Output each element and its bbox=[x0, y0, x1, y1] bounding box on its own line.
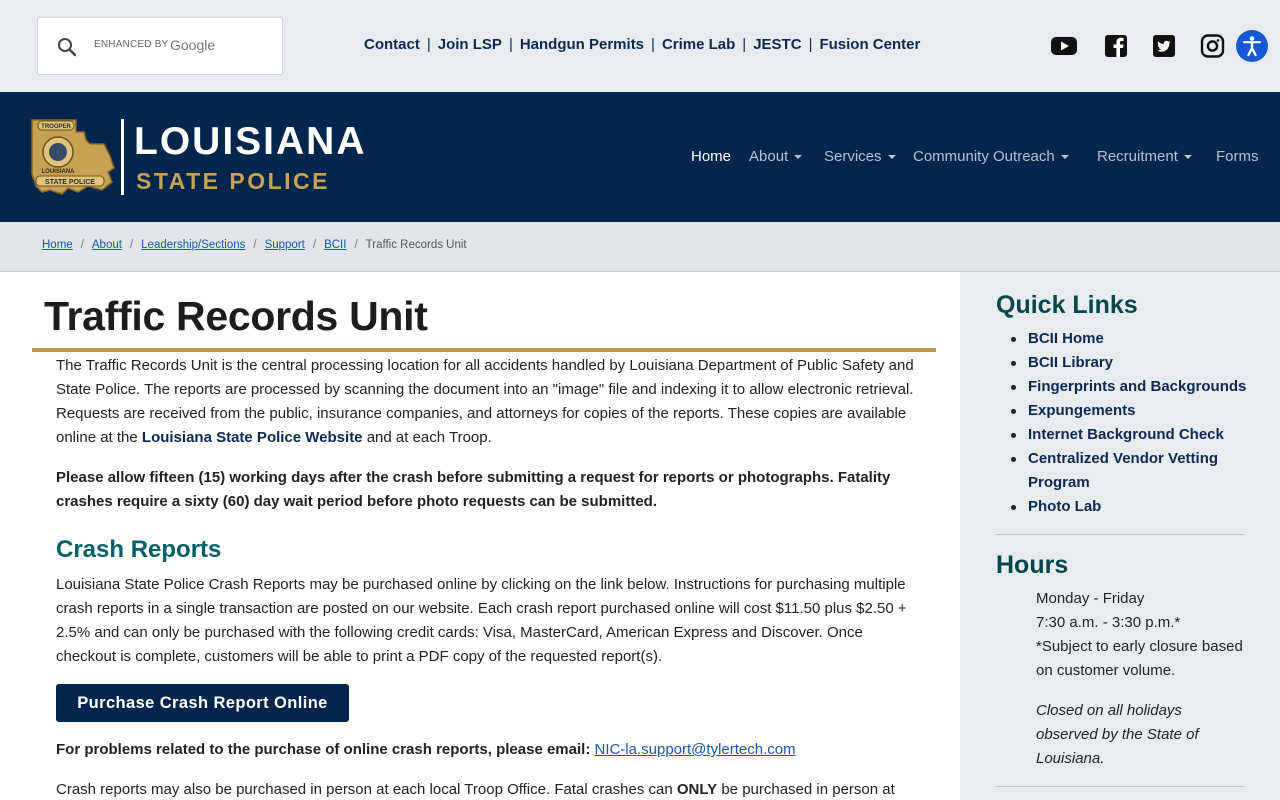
hours-days: Monday - Friday bbox=[1036, 590, 1145, 607]
chevron-down-icon bbox=[1183, 155, 1192, 160]
email-support-line: For problems related to the purchase of … bbox=[56, 738, 916, 762]
in-person-text-a: Crash reports may also be purchased in p… bbox=[56, 781, 677, 798]
title-divider bbox=[32, 348, 936, 352]
breadcrumb-separator: / bbox=[354, 239, 358, 251]
breadcrumb-bar: Home / About / Leadership/Sections / Support / B… bbox=[0, 222, 1280, 272]
utility-bar: ENHANCED BY Google Contact | Join LSP | Hand… bbox=[0, 0, 1280, 92]
intro-paragraph: The Traffic Records Unit is the central … bbox=[56, 354, 916, 450]
hours-heading: Hours bbox=[996, 551, 1069, 579]
quick-link-photo-lab[interactable]: Photo Lab bbox=[1011, 495, 1258, 519]
util-link-fusion-center[interactable]: Fusion Center bbox=[819, 36, 920, 53]
breadcrumb-support[interactable]: Support bbox=[265, 239, 305, 251]
breadcrumb-separator: / bbox=[80, 239, 84, 251]
breadcrumb-separator: / bbox=[312, 239, 317, 251]
separator: | bbox=[808, 36, 813, 53]
in-person-paragraph: Crash reports may also be purchased in p… bbox=[56, 778, 916, 800]
quick-link-bcii-home[interactable]: BCII Home bbox=[1011, 327, 1258, 351]
crash-reports-heading: Crash Reports bbox=[56, 536, 222, 563]
breadcrumb-about[interactable]: About bbox=[92, 239, 122, 251]
search-enhanced-by: ENHANCED BY bbox=[94, 39, 169, 50]
badge-mid-text: LOUISIANA bbox=[42, 169, 76, 175]
breadcrumb-current: Traffic Records Unit bbox=[365, 239, 467, 251]
quick-links-heading: Quick Links bbox=[996, 291, 1138, 319]
holiday-closure-note: Closed on all holidays observed by the S… bbox=[1036, 702, 1199, 767]
accessibility-button[interactable] bbox=[1236, 30, 1268, 62]
hours-early-closure: *Subject to early closure based on custo… bbox=[1036, 638, 1243, 679]
youtube-icon[interactable] bbox=[1051, 34, 1077, 58]
accessibility-icon bbox=[1242, 36, 1262, 57]
chevron-down-icon bbox=[887, 155, 896, 160]
google-brand: Google bbox=[170, 37, 216, 53]
nav-recruitment-label: Recruitment bbox=[1097, 148, 1178, 165]
quick-link-vendor-vetting[interactable]: Centralized Vendor Vetting Program bbox=[1011, 447, 1258, 495]
chevron-down-icon bbox=[794, 155, 803, 160]
badge-top-text: TROOPER bbox=[41, 124, 71, 130]
instagram-icon[interactable] bbox=[1199, 34, 1225, 58]
purchase-crash-report-button[interactable]: Purchase Crash Report Online bbox=[56, 684, 349, 722]
quick-link-background-check[interactable]: Internet Background Check bbox=[1011, 423, 1258, 447]
util-link-jestc[interactable]: JESTC bbox=[753, 36, 801, 53]
facebook-icon[interactable] bbox=[1103, 34, 1129, 58]
breadcrumb: Home / About / Leadership/Sections / Support / B… bbox=[42, 239, 467, 251]
nav-about[interactable]: About bbox=[749, 148, 803, 165]
quick-link-expungements[interactable]: Expungements bbox=[1011, 399, 1258, 423]
email-label: For problems related to the purchase of … bbox=[56, 741, 595, 758]
utility-links: Contact | Join LSP | Handgun Permits | Crime L… bbox=[364, 36, 920, 53]
google-search-box[interactable]: ENHANCED BY Google bbox=[37, 17, 283, 75]
logo-subtitle[interactable]: STATE POLICE bbox=[136, 168, 330, 195]
breadcrumb-separator: / bbox=[253, 239, 257, 251]
nav-recruitment[interactable]: Recruitment bbox=[1097, 148, 1192, 165]
wait-period-notice: Please allow fifteen (15) working days a… bbox=[56, 469, 891, 510]
sidebar-divider bbox=[996, 534, 1244, 535]
support-email-link[interactable]: NIC-la.support@tylertech.com bbox=[594, 741, 795, 758]
search-icon[interactable] bbox=[57, 37, 77, 57]
breadcrumb-separator: / bbox=[129, 239, 134, 251]
hours-time: 7:30 a.m. - 3:30 p.m.* bbox=[1036, 614, 1181, 631]
twitter-icon[interactable] bbox=[1151, 34, 1177, 58]
sidebar-divider bbox=[996, 786, 1244, 787]
breadcrumb-bcii[interactable]: BCII bbox=[324, 239, 346, 251]
in-person-text-b: be purchased in person at bbox=[717, 781, 895, 798]
quick-link-bcii-library[interactable]: BCII Library bbox=[1011, 351, 1258, 375]
breadcrumb-leadership[interactable]: Leadership/Sections bbox=[141, 239, 245, 251]
nav-services-label: Services bbox=[824, 148, 882, 165]
util-link-handgun-permits[interactable]: Handgun Permits bbox=[520, 36, 644, 53]
util-link-crime-lab[interactable]: Crime Lab bbox=[662, 36, 735, 53]
nav-forms[interactable]: Forms bbox=[1216, 148, 1259, 165]
nav-community-outreach[interactable]: Community Outreach bbox=[913, 148, 1069, 165]
state-police-badge-logo[interactable]: TROOPER LOUISIANA STATE POLICE bbox=[28, 116, 116, 196]
separator: | bbox=[742, 36, 747, 53]
separator: | bbox=[426, 36, 431, 53]
separator: | bbox=[508, 36, 513, 53]
page-title: Traffic Records Unit bbox=[44, 293, 428, 339]
util-link-join-lsp[interactable]: Join LSP bbox=[438, 36, 502, 53]
quick-link-fingerprints[interactable]: Fingerprints and Backgrounds bbox=[1011, 375, 1258, 399]
breadcrumb-home[interactable]: Home bbox=[42, 239, 73, 251]
nav-services[interactable]: Services bbox=[824, 148, 896, 165]
sidebar: Quick Links BCII Home BCII Library Finge… bbox=[960, 272, 1280, 800]
badge-bottom-text: STATE POLICE bbox=[45, 179, 95, 186]
site-header: TROOPER LOUISIANA STATE POLICE LOUISIANA… bbox=[0, 92, 1280, 222]
separator: | bbox=[651, 36, 655, 53]
crash-reports-paragraph: Louisiana State Police Crash Reports may… bbox=[56, 576, 907, 665]
logo-title[interactable]: LOUISIANA bbox=[134, 120, 367, 164]
chevron-down-icon bbox=[1060, 155, 1069, 160]
lsp-website-link[interactable]: Louisiana State Police Website bbox=[142, 429, 363, 446]
logo-divider bbox=[121, 119, 124, 195]
nav-home[interactable]: Home bbox=[691, 148, 731, 165]
nav-community-label: Community Outreach bbox=[913, 148, 1055, 165]
in-person-only: ONLY bbox=[676, 781, 718, 798]
util-link-contact[interactable]: Contact bbox=[364, 36, 420, 53]
intro-text-b: and at each Troop. bbox=[362, 429, 492, 446]
nav-about-label: About bbox=[749, 148, 789, 165]
